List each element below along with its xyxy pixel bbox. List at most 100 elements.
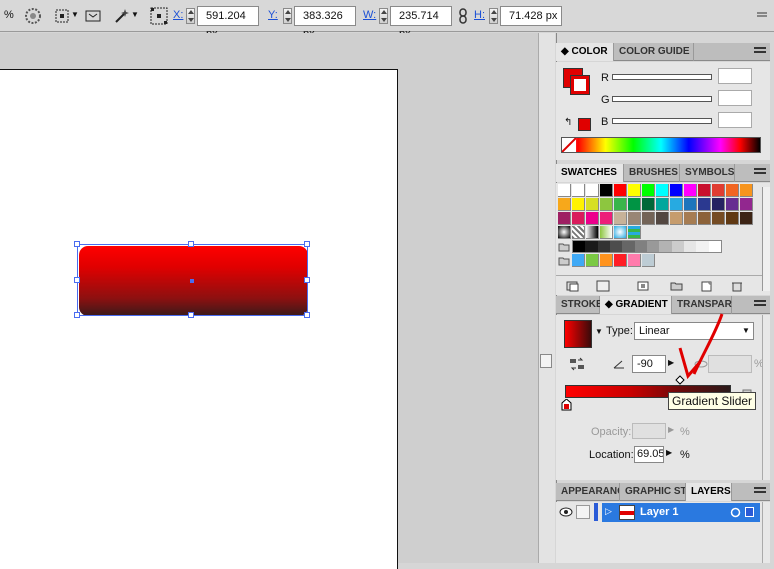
swatch[interactable] (642, 212, 655, 225)
swatch[interactable] (726, 198, 739, 211)
swatch[interactable] (642, 254, 655, 267)
panel-menu-icon[interactable] (754, 487, 766, 497)
swatch-pattern[interactable] (572, 226, 585, 239)
magic-wand-icon[interactable] (113, 7, 131, 25)
web-safe-color-swatch[interactable] (578, 118, 591, 131)
tab-brushes[interactable]: BRUSHES (624, 164, 680, 182)
y-input[interactable]: 383.326 px (294, 6, 356, 40)
swatch-registration[interactable] (572, 184, 585, 197)
swatch[interactable] (628, 184, 641, 197)
gradient-preview-dropdown-icon[interactable]: ▼ (595, 327, 603, 336)
color-stop-left[interactable] (561, 399, 572, 411)
swatch[interactable] (670, 212, 683, 225)
swatch[interactable] (600, 184, 613, 197)
y-stepper[interactable] (283, 8, 292, 24)
swatch[interactable] (712, 212, 725, 225)
swatch[interactable] (740, 184, 753, 197)
new-swatch-icon[interactable] (700, 280, 714, 292)
new-color-group-icon[interactable] (670, 280, 684, 292)
none-color-icon[interactable] (562, 138, 576, 152)
show-kinds-icon[interactable] (596, 280, 610, 292)
swatch[interactable] (726, 184, 739, 197)
swatch[interactable] (628, 212, 641, 225)
gradient-preview-swatch[interactable] (564, 320, 592, 348)
swatch[interactable] (572, 254, 585, 267)
swatch[interactable] (642, 198, 655, 211)
swatch-gradient[interactable] (586, 226, 599, 239)
swatch[interactable] (642, 184, 655, 197)
swatch[interactable] (558, 212, 571, 225)
swatch[interactable] (614, 198, 627, 211)
swatch[interactable] (712, 184, 725, 197)
gradient-panel-scrollbar[interactable] (762, 315, 770, 480)
swatch-options-icon[interactable] (636, 280, 650, 292)
tab-layers[interactable]: LAYERS (686, 483, 732, 501)
layers-scrollbar[interactable] (762, 502, 770, 563)
swatch[interactable] (656, 184, 669, 197)
tab-swatches[interactable]: SWATCHES (556, 164, 624, 182)
h-stepper[interactable] (489, 8, 498, 24)
grayscale-swatch-group[interactable] (572, 240, 722, 253)
swatch[interactable] (740, 212, 753, 225)
artboard[interactable] (0, 69, 398, 569)
swatch-pattern[interactable] (628, 226, 641, 239)
location-input[interactable]: 69.05 (634, 446, 664, 463)
swatch[interactable] (614, 184, 627, 197)
resize-handle-top-center[interactable] (188, 241, 194, 247)
panel-menu-icon[interactable] (755, 7, 769, 25)
swatch[interactable] (614, 254, 627, 267)
r-slider[interactable] (612, 74, 712, 80)
resize-handle-middle-left[interactable] (74, 277, 80, 283)
swatch[interactable] (656, 212, 669, 225)
swatch[interactable] (698, 212, 711, 225)
out-of-gamut-icon[interactable]: ↰ (564, 117, 572, 128)
color-spectrum-bar[interactable] (561, 137, 761, 153)
angle-dropdown-icon[interactable]: ▶ (668, 358, 674, 367)
resize-handle-top-right[interactable] (304, 241, 310, 247)
b-value-field[interactable] (718, 112, 752, 128)
stroke-swatch[interactable] (570, 75, 590, 95)
b-slider[interactable] (612, 118, 712, 124)
swatch[interactable] (726, 212, 739, 225)
g-value-field[interactable] (718, 90, 752, 106)
swatch[interactable] (628, 198, 641, 211)
swatch[interactable] (572, 198, 585, 211)
transform-icon[interactable] (53, 7, 71, 25)
swatch[interactable] (670, 184, 683, 197)
angle-input[interactable]: -90 (632, 355, 666, 373)
swatch[interactable] (586, 254, 599, 267)
layer-row-layer-1[interactable]: ▷ Layer 1 (602, 503, 760, 522)
resize-handle-bottom-left[interactable] (74, 312, 80, 318)
sunburst-icon[interactable] (24, 7, 42, 25)
swatch[interactable] (600, 198, 613, 211)
visibility-eye-icon[interactable] (559, 507, 573, 517)
g-slider[interactable] (612, 96, 712, 102)
swatch[interactable] (586, 184, 599, 197)
isolate-icon[interactable] (84, 7, 102, 25)
panel-menu-icon[interactable] (754, 300, 766, 310)
resize-handle-middle-right[interactable] (304, 277, 310, 283)
swatch-gradient[interactable] (614, 226, 627, 239)
selection-indicator[interactable] (745, 507, 754, 517)
swatch[interactable] (684, 198, 697, 211)
swatch[interactable] (558, 198, 571, 211)
link-icon[interactable] (457, 7, 469, 25)
w-input[interactable]: 235.714 px (390, 6, 452, 40)
swatch[interactable] (600, 212, 613, 225)
swatch[interactable] (698, 198, 711, 211)
tab-color-guide[interactable]: COLOR GUIDE (614, 43, 694, 61)
swatch[interactable] (628, 254, 641, 267)
swatch[interactable] (698, 184, 711, 197)
swatch-libraries-icon[interactable] (566, 280, 580, 292)
reverse-gradient-icon[interactable] (568, 355, 586, 373)
swatch[interactable] (740, 198, 753, 211)
tab-appearance[interactable]: APPEARANCE (556, 483, 620, 501)
swatches-scrollbar[interactable] (762, 187, 770, 291)
lock-toggle[interactable] (576, 505, 590, 519)
panel-menu-icon[interactable] (754, 168, 766, 178)
w-stepper[interactable] (379, 8, 388, 24)
swatch[interactable] (712, 198, 725, 211)
swatch[interactable] (684, 212, 697, 225)
resize-handle-bottom-right[interactable] (304, 312, 310, 318)
resize-handle-top-left[interactable] (74, 241, 80, 247)
